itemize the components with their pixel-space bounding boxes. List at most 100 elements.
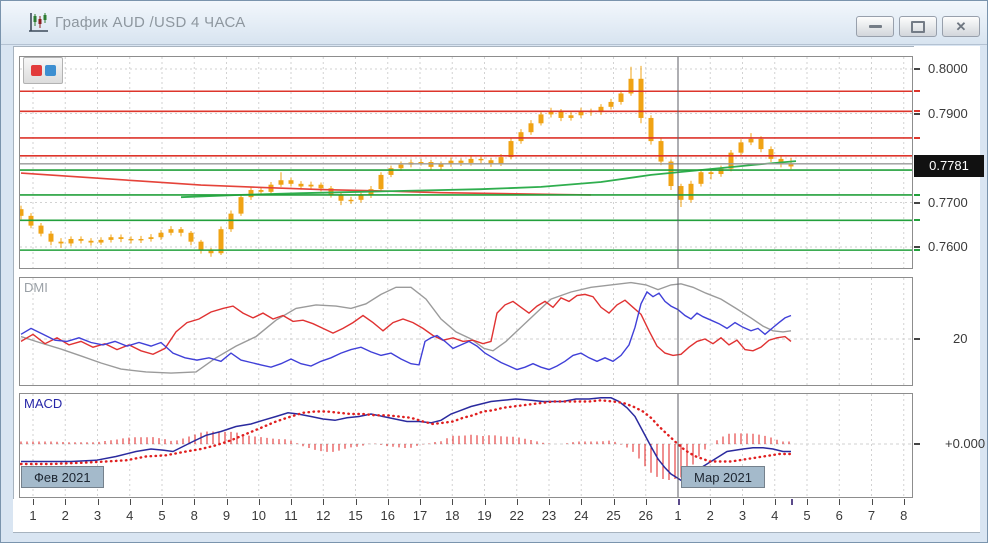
- candle: [58, 241, 64, 244]
- candle: [68, 238, 74, 244]
- price-tick: [914, 68, 920, 70]
- time-axis-label: 26: [638, 508, 653, 523]
- candle: [358, 195, 364, 200]
- minimize-icon: [868, 25, 882, 28]
- time-axis-label: 23: [541, 508, 557, 523]
- candle: [478, 158, 484, 161]
- candle: [708, 172, 714, 175]
- price-axis-label: 0.7700: [928, 194, 968, 210]
- candle: [458, 160, 464, 163]
- macd-panel[interactable]: MACD Фев 2021 Мар 2021: [19, 393, 913, 498]
- candle: [138, 238, 144, 241]
- price-axis: 0.8000 0.7900 0.7700 0.7600: [914, 46, 980, 501]
- price-tick: [914, 338, 920, 340]
- legend-buy-swatch[interactable]: [44, 65, 56, 76]
- price-axis-label: 0.7600: [928, 239, 968, 254]
- time-tick: [839, 499, 841, 505]
- macd-axis-label: +0.000: [945, 436, 986, 451]
- time-tick: [162, 499, 163, 505]
- candle: [608, 101, 614, 107]
- candle: [238, 197, 244, 214]
- candle: [698, 172, 704, 184]
- price-tick: [914, 136, 920, 139]
- candle: [378, 174, 384, 190]
- candle: [258, 190, 264, 192]
- month-label-mar: Мар 2021: [681, 466, 765, 488]
- close-button[interactable]: ✕: [942, 16, 980, 37]
- time-axis-label: 5: [803, 508, 811, 523]
- candle: [538, 114, 544, 124]
- macd-label: MACD: [24, 396, 63, 411]
- minimize-button[interactable]: [856, 16, 894, 37]
- candle: [348, 199, 354, 202]
- time-tick: [65, 499, 67, 505]
- time-axis-label: 5: [158, 508, 166, 523]
- macd-canvas[interactable]: [20, 394, 912, 497]
- time-tick: [226, 499, 228, 505]
- candle: [498, 157, 504, 164]
- candle: [198, 241, 204, 251]
- cursor-tick: [791, 499, 793, 505]
- dmi-axis-label: 20: [953, 331, 968, 346]
- price-tick: [914, 249, 920, 252]
- candle: [318, 184, 324, 189]
- candle: [788, 164, 794, 167]
- time-tick: [323, 499, 325, 505]
- time-axis-label: 19: [477, 508, 492, 523]
- candle: [678, 186, 684, 200]
- candle: [248, 190, 254, 198]
- time-tick: [903, 499, 905, 505]
- time-tick: [710, 499, 712, 505]
- price-tick: [914, 110, 920, 113]
- close-icon: ✕: [955, 19, 967, 34]
- time-axis-label: 10: [251, 508, 266, 523]
- candle: [88, 240, 94, 243]
- candle: [768, 149, 774, 159]
- maximize-icon: [911, 20, 925, 33]
- time-axis-label: 1: [29, 508, 37, 523]
- chart-window: График AUD /USD 4 ЧАСА ✕ DMI MACD Фев 20…: [0, 0, 988, 543]
- legend-sell-swatch[interactable]: [30, 65, 42, 76]
- candle: [148, 237, 154, 239]
- candle: [288, 180, 294, 184]
- time-tick: [871, 499, 873, 505]
- time-tick: [355, 499, 357, 505]
- candle: [658, 141, 664, 162]
- time-axis-label: 16: [380, 508, 395, 523]
- time-tick: [742, 499, 744, 505]
- candle: [208, 250, 214, 254]
- candle: [758, 138, 764, 150]
- price-chart-panel[interactable]: [19, 56, 913, 269]
- price-chart-canvas[interactable]: [20, 57, 912, 268]
- time-tick: [484, 499, 486, 505]
- time-axis-label: 12: [316, 508, 331, 523]
- candle: [748, 138, 754, 143]
- title-bar[interactable]: График AUD /USD 4 ЧАСА ✕: [1, 1, 987, 45]
- maximize-button[interactable]: [899, 16, 937, 37]
- candle: [48, 233, 54, 242]
- candle: [278, 180, 284, 185]
- price-tick: [914, 201, 920, 204]
- price-tick: [914, 219, 920, 222]
- candle: [618, 93, 624, 102]
- candle: [108, 237, 114, 240]
- time-tick: [452, 499, 454, 505]
- candle: [178, 229, 184, 233]
- candle: [468, 158, 474, 163]
- time-tick: [549, 499, 550, 505]
- chart-legend[interactable]: [23, 57, 63, 84]
- time-axis-label: 3: [738, 508, 747, 523]
- price-axis-label: 0.8000: [928, 61, 968, 76]
- candlestick-chart-icon: [27, 12, 49, 34]
- candle: [158, 232, 164, 238]
- time-axis-label: 18: [445, 508, 460, 523]
- time-tick: [581, 499, 583, 505]
- current-price-badge: 0.7781: [914, 155, 984, 178]
- dmi-panel[interactable]: DMI: [19, 277, 913, 386]
- candle: [508, 141, 514, 158]
- dmi-canvas[interactable]: [20, 278, 912, 385]
- candle: [78, 238, 84, 241]
- time-axis-label: 4: [126, 508, 134, 523]
- time-axis-label: 24: [574, 508, 589, 523]
- candle: [98, 239, 104, 243]
